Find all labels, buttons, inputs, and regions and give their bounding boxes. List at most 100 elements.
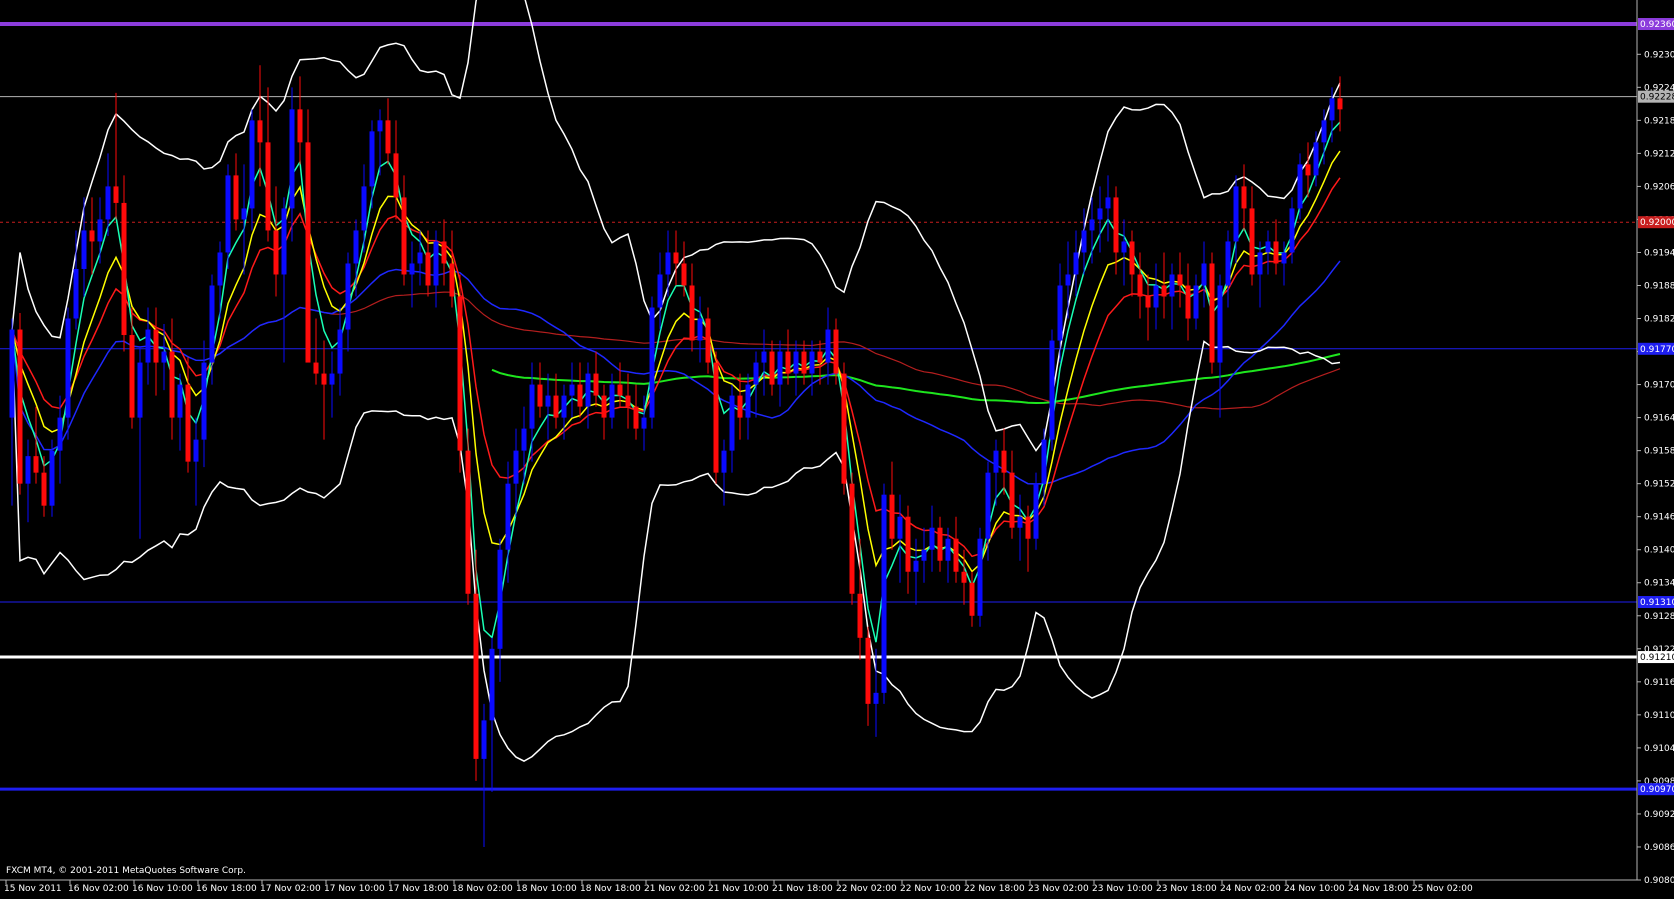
candle-body — [577, 384, 583, 407]
time-tick-label: 16 Nov 18:00 — [196, 884, 257, 894]
candle-body — [977, 538, 983, 616]
price-tick-label: 0.92305 — [1644, 50, 1674, 60]
candle-body — [569, 384, 575, 396]
candle-body — [529, 384, 535, 429]
candle-body — [225, 175, 231, 253]
candle-body — [737, 395, 743, 418]
candle-body — [321, 373, 327, 385]
candle-body — [113, 186, 119, 203]
candle-body — [33, 456, 39, 473]
price-tick-label: 0.91945 — [1644, 248, 1674, 258]
candle-body — [233, 175, 239, 220]
candle-body — [185, 384, 191, 462]
price-chart[interactable]: 0.923050.922450.921850.921250.920650.920… — [0, 0, 1674, 895]
time-tick-label: 23 Nov 02:00 — [1028, 884, 1089, 894]
candle-body — [969, 582, 975, 616]
candle-body — [249, 120, 255, 209]
price-tick-label: 0.91525 — [1644, 480, 1674, 490]
candle-body — [1145, 296, 1151, 308]
price-tick-label: 0.91705 — [1644, 381, 1674, 391]
time-tick-label: 15 Nov 2011 — [4, 884, 62, 894]
candle-body — [785, 351, 791, 374]
candle-body — [601, 395, 607, 418]
candle-body — [489, 648, 495, 721]
candle-body — [1273, 241, 1279, 264]
candle-body — [713, 362, 719, 473]
candle-body — [953, 538, 959, 572]
candle-body — [841, 373, 847, 484]
price-level-label: 0.91770 — [1640, 345, 1674, 355]
candle-body — [809, 351, 815, 374]
candle-body — [81, 230, 87, 269]
time-tick-label: 23 Nov 10:00 — [1092, 884, 1153, 894]
candle-body — [665, 252, 671, 275]
candle-body — [1321, 120, 1327, 143]
candle-body — [217, 252, 223, 286]
candle-body — [689, 285, 695, 341]
candle-body — [1313, 142, 1319, 176]
candle-body — [1217, 285, 1223, 363]
candle-body — [89, 230, 95, 242]
time-tick-label: 22 Nov 18:00 — [964, 884, 1025, 894]
candle-body — [649, 307, 655, 418]
candle-body — [1097, 208, 1103, 220]
candle-body — [857, 593, 863, 638]
candle-body — [1169, 274, 1175, 297]
candle-body — [1193, 285, 1199, 319]
candle-body — [825, 329, 831, 363]
candle-body — [337, 329, 343, 374]
candle-body — [465, 450, 471, 594]
candle-body — [1161, 285, 1167, 297]
candle-body — [753, 362, 759, 385]
price-tick-label: 0.92125 — [1644, 149, 1674, 159]
candle-body — [449, 263, 455, 297]
candle-body — [905, 516, 911, 572]
candle-body — [473, 593, 479, 759]
price-tick-label: 0.92185 — [1644, 116, 1674, 126]
candle-body — [681, 263, 687, 286]
candle-body — [73, 268, 79, 319]
price-tick-label: 0.91045 — [1644, 744, 1674, 754]
candle-body — [201, 362, 207, 440]
candle-body — [369, 131, 375, 187]
time-tick-label: 17 Nov 18:00 — [388, 884, 449, 894]
candle-body — [625, 395, 631, 407]
candle-body — [1033, 483, 1039, 539]
candle-body — [417, 252, 423, 264]
candle-body — [289, 109, 295, 209]
candle-body — [553, 395, 559, 418]
candle-body — [457, 296, 463, 451]
price-level-label: 0.92228 — [1640, 93, 1674, 103]
candle-body — [833, 329, 839, 374]
candle-body — [1081, 230, 1087, 253]
candle-body — [1129, 241, 1135, 275]
price-tick-label: 0.91345 — [1644, 579, 1674, 589]
candle-body — [1281, 252, 1287, 264]
candle-body — [913, 560, 919, 572]
candle-body — [769, 351, 775, 385]
price-level-label: 0.90970 — [1640, 785, 1674, 795]
candle-body — [817, 351, 823, 363]
candle-body — [425, 252, 431, 286]
candle-body — [1017, 516, 1023, 528]
candle-body — [705, 318, 711, 363]
candle-body — [1305, 164, 1311, 176]
time-tick-label: 21 Nov 10:00 — [708, 884, 769, 894]
time-tick-label: 18 Nov 18:00 — [580, 884, 641, 894]
chart-window[interactable]: 0.923050.922450.921850.921250.920650.920… — [0, 0, 1674, 895]
candle-body — [17, 329, 23, 484]
candle-body — [313, 362, 319, 374]
candle-body — [97, 219, 103, 242]
time-tick-label: 16 Nov 10:00 — [132, 884, 193, 894]
candle-body — [1089, 219, 1095, 231]
candle-body — [1113, 197, 1119, 253]
candle-body — [561, 395, 567, 418]
candle-body — [881, 494, 887, 693]
price-tick-label: 0.91645 — [1644, 414, 1674, 424]
candle-body — [1225, 241, 1231, 286]
candle-body — [161, 351, 167, 363]
candle-body — [993, 450, 999, 473]
time-tick-label: 22 Nov 02:00 — [836, 884, 897, 894]
candle-body — [729, 395, 735, 451]
candle-body — [57, 417, 63, 451]
